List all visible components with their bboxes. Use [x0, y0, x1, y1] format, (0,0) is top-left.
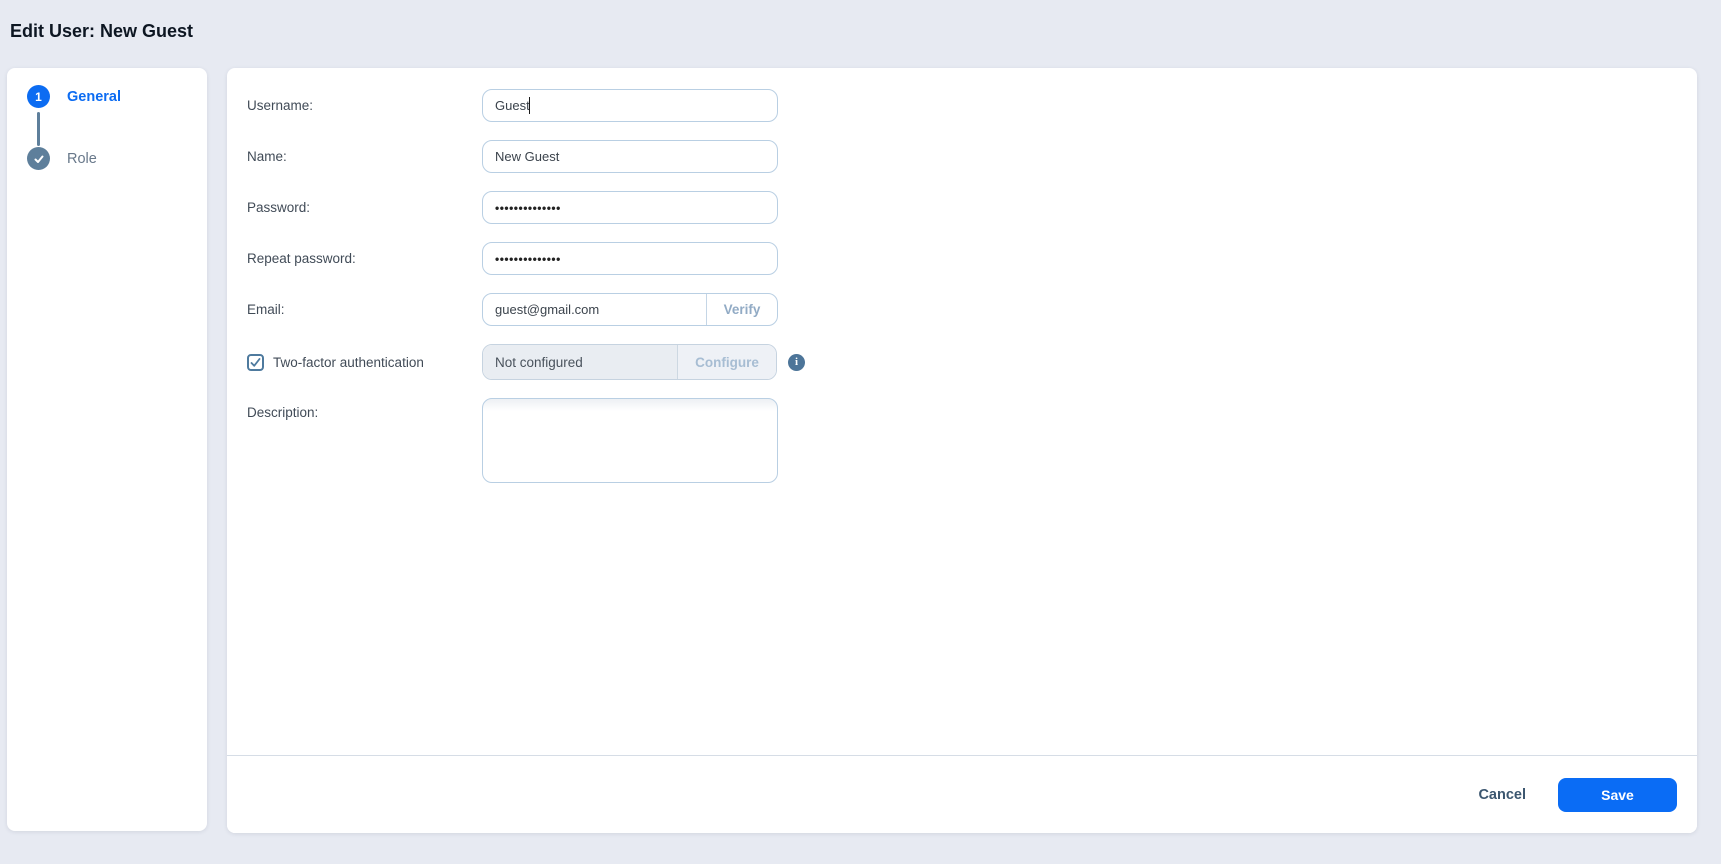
step-done-check-icon — [27, 147, 50, 170]
name-input[interactable] — [482, 140, 778, 173]
general-form: Username: Name: Password: Repeat passwor… — [227, 68, 1697, 483]
name-row: Name: — [247, 140, 1697, 173]
save-button[interactable]: Save — [1558, 778, 1677, 812]
step-role-label: Role — [67, 151, 97, 167]
step-connector-line — [37, 112, 40, 146]
text-cursor — [529, 97, 530, 114]
name-label: Name: — [247, 149, 482, 164]
two-factor-status-text: Not configured — [483, 345, 677, 379]
repeat-password-input[interactable] — [482, 242, 778, 275]
two-factor-status-group: Not configured Configure — [482, 344, 777, 380]
username-input[interactable] — [482, 89, 778, 122]
wizard-steps: 1 General Role — [7, 68, 207, 170]
configure-button[interactable]: Configure — [678, 345, 776, 379]
two-factor-label[interactable]: Two-factor authentication — [273, 355, 424, 370]
password-input[interactable] — [482, 191, 778, 224]
repeat-password-row: Repeat password: — [247, 242, 1697, 275]
two-factor-row: Two-factor authentication Not configured… — [247, 344, 1697, 380]
password-row: Password: — [247, 191, 1697, 224]
email-input-group: Verify — [482, 293, 778, 326]
email-input[interactable] — [483, 294, 706, 325]
description-textarea[interactable] — [482, 398, 778, 483]
description-row: Description: — [247, 398, 1697, 483]
info-icon[interactable]: i — [788, 354, 805, 371]
username-row: Username: — [247, 89, 1697, 122]
username-label: Username: — [247, 98, 482, 113]
page-title: Edit User: New Guest — [10, 21, 193, 42]
cancel-button[interactable]: Cancel — [1478, 787, 1526, 803]
two-factor-checkbox[interactable] — [247, 354, 264, 371]
two-factor-label-group: Two-factor authentication — [247, 354, 482, 371]
step-general-label: General — [67, 89, 121, 105]
wizard-steps-panel: 1 General Role — [7, 68, 207, 831]
step-role[interactable]: Role — [27, 147, 207, 170]
step-number-badge: 1 — [27, 85, 50, 108]
email-row: Email: Verify — [247, 293, 1697, 326]
step-general[interactable]: 1 General — [27, 85, 207, 108]
edit-user-form-panel: Username: Name: Password: Repeat passwor… — [227, 68, 1697, 833]
form-footer: Cancel Save — [227, 755, 1697, 833]
description-label: Description: — [247, 398, 482, 420]
password-label: Password: — [247, 200, 482, 215]
repeat-password-label: Repeat password: — [247, 251, 482, 266]
email-label: Email: — [247, 302, 482, 317]
verify-button[interactable]: Verify — [707, 294, 777, 325]
